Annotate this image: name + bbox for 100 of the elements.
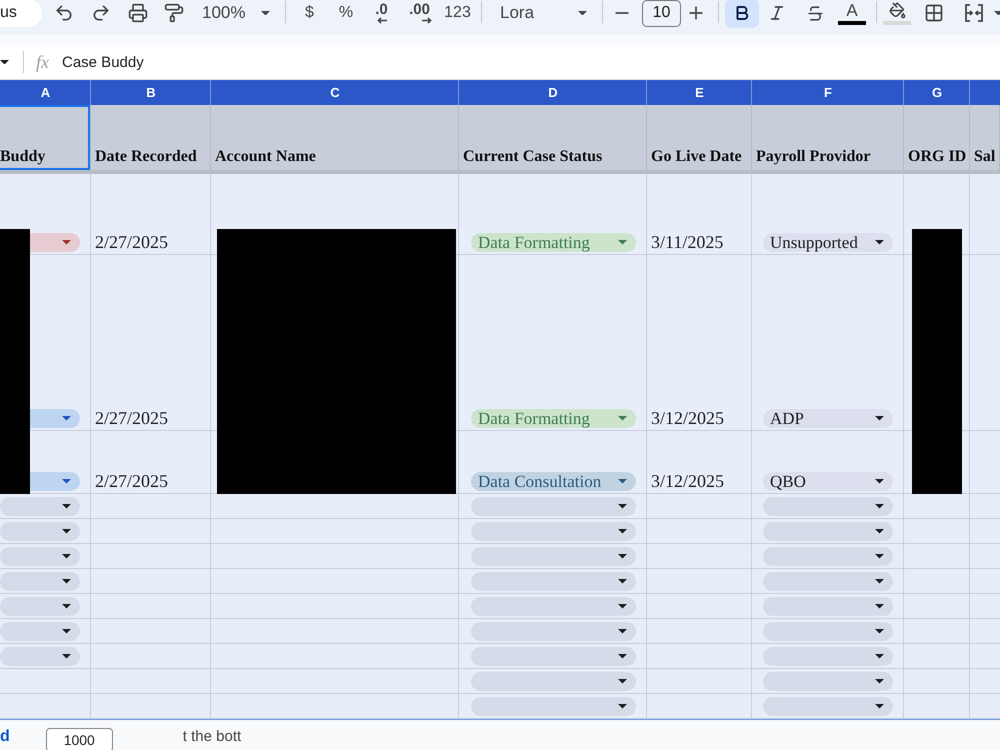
dropdown-chip[interactable] — [0, 597, 80, 616]
caret-icon — [62, 654, 71, 659]
caret-icon — [62, 529, 71, 534]
dropdown-chip[interactable] — [471, 547, 636, 566]
dropdown-chip[interactable] — [0, 572, 80, 591]
caret-icon — [261, 10, 270, 16]
caret-icon — [994, 10, 1000, 16]
merge-cells-icon[interactable] — [964, 3, 984, 23]
dropdown-chip[interactable] — [30, 472, 80, 491]
column-letter[interactable]: F — [824, 85, 832, 100]
dropdown-chip[interactable] — [471, 647, 636, 666]
column-letter[interactable]: G — [932, 85, 942, 100]
caret-icon — [875, 654, 884, 659]
caret-icon — [578, 10, 587, 16]
column-title[interactable]: Payroll Providor — [752, 105, 904, 170]
column-title[interactable]: Current Case Status — [459, 105, 647, 170]
dropdown-chip[interactable] — [763, 647, 893, 666]
caret-icon — [875, 504, 884, 509]
dropdown-chip[interactable] — [0, 497, 80, 516]
caret-icon — [618, 529, 627, 534]
function-label: fx — [36, 52, 49, 72]
bold-button[interactable] — [725, 0, 759, 28]
dropdown-chip[interactable]: Unsupported — [763, 233, 893, 252]
table-cell-text: 2/27/2025 — [94, 408, 168, 428]
undo-icon[interactable] — [54, 3, 74, 23]
table-cell-text: 2/27/2025 — [94, 232, 168, 252]
dropdown-chip[interactable] — [0, 522, 80, 541]
dropdown-chip[interactable] — [763, 697, 893, 716]
search-menus-field[interactable]: us — [0, 0, 42, 27]
caret-icon — [875, 579, 884, 584]
dropdown-chip[interactable] — [0, 547, 80, 566]
borders-icon[interactable] — [924, 3, 944, 23]
dropdown-chip[interactable] — [471, 672, 636, 691]
formula-value[interactable]: Case Buddy — [62, 54, 144, 70]
font-dropdown[interactable]: Lora — [488, 0, 595, 27]
table-cell-text: 3/11/2025 — [650, 232, 724, 252]
caret-icon — [618, 704, 627, 709]
dropdown-chip[interactable]: Data Consultation — [471, 472, 636, 491]
dropdown-chip[interactable] — [0, 622, 80, 641]
caret-icon — [618, 554, 627, 559]
column-letter[interactable]: D — [548, 85, 558, 100]
paint-roller-icon[interactable] — [164, 3, 184, 23]
column-letter[interactable]: E — [695, 85, 704, 100]
column-letter[interactable]: C — [330, 85, 340, 100]
column-title[interactable]: ORG ID — [904, 105, 970, 170]
dropdown-chip[interactable]: QBO — [763, 472, 893, 491]
dropdown-chip[interactable] — [763, 547, 893, 566]
currency-format-button[interactable]: $ — [292, 0, 327, 27]
caret-icon — [618, 579, 627, 584]
table-cell-text: 3/12/2025 — [650, 408, 724, 428]
fill-color-button[interactable] — [883, 0, 911, 27]
row-count-field[interactable]: 1000 — [46, 728, 113, 750]
strikethrough-icon — [806, 4, 824, 22]
caret-icon — [875, 416, 884, 421]
dropdown-chip[interactable]: ADP — [763, 409, 893, 428]
increase-decimal-button[interactable]: .00 — [398, 0, 441, 27]
font-size-field[interactable]: 10 — [642, 0, 681, 26]
caret-icon — [62, 604, 71, 609]
dropdown-chip[interactable] — [0, 647, 80, 666]
column-title[interactable]: Go Live Date — [647, 105, 752, 170]
percent-format-button[interactable]: % — [327, 0, 365, 27]
caret-icon — [875, 479, 884, 484]
caret-icon — [618, 654, 627, 659]
dropdown-chip[interactable] — [30, 409, 80, 428]
dropdown-chip[interactable] — [471, 522, 636, 541]
column-letter[interactable]: B — [146, 85, 156, 100]
dropdown-chip[interactable] — [763, 572, 893, 591]
decrease-decimal-button[interactable]: .0 — [365, 0, 398, 27]
dropdown-chip[interactable] — [763, 522, 893, 541]
dropdown-chip[interactable] — [763, 672, 893, 691]
dropdown-chip[interactable]: Data Formatting — [471, 233, 636, 252]
caret-icon — [618, 504, 627, 509]
column-title[interactable]: Account Name — [211, 105, 459, 170]
column-title[interactable]: Sal — [970, 105, 1000, 170]
add-rows-link[interactable]: d — [0, 728, 10, 746]
dropdown-chip[interactable] — [471, 497, 636, 516]
column-title[interactable]: Buddy — [0, 105, 91, 170]
dropdown-chip[interactable] — [763, 622, 893, 641]
number-format-button[interactable]: 123 — [441, 0, 474, 27]
redo-icon[interactable] — [90, 3, 110, 23]
caret-icon — [875, 240, 884, 245]
italic-icon — [768, 4, 786, 22]
dropdown-chip[interactable] — [763, 497, 893, 516]
dropdown-chip[interactable] — [763, 597, 893, 616]
column-letter[interactable]: A — [40, 85, 50, 100]
text-color-button[interactable]: A — [835, 0, 869, 27]
dropdown-chip[interactable] — [30, 233, 80, 252]
caret-icon — [875, 554, 884, 559]
dropdown-chip[interactable] — [471, 697, 636, 716]
zoom-dropdown[interactable]: 100% — [192, 0, 278, 27]
caret-icon — [875, 629, 884, 634]
caret-icon — [62, 504, 71, 509]
dropdown-chip[interactable] — [471, 572, 636, 591]
arrow-left-icon — [376, 16, 386, 24]
dropdown-chip[interactable] — [471, 597, 636, 616]
print-icon[interactable] — [128, 3, 148, 23]
column-title[interactable]: Date Recorded — [91, 105, 211, 170]
bottom-note: t the bott — [182, 728, 242, 746]
dropdown-chip[interactable]: Data Formatting — [471, 409, 636, 428]
dropdown-chip[interactable] — [471, 622, 636, 641]
